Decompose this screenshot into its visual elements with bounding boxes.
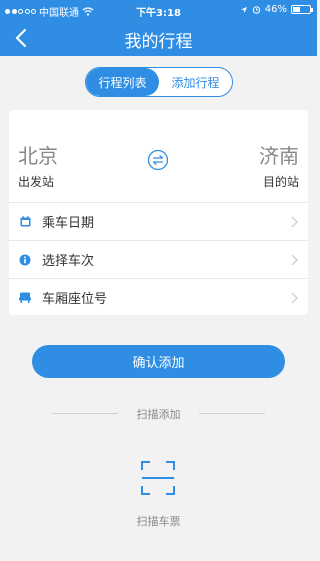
seat-row-label: 车厢座位号 — [42, 292, 108, 307]
tab-add-trip[interactable]: 添加行程 — [159, 68, 232, 96]
date-row-label: 乘车日期 — [42, 216, 95, 231]
status-right: 46% — [240, 4, 313, 15]
page-title: 我的行程 — [124, 32, 193, 52]
nav-bar: 我的行程 — [0, 20, 317, 56]
status-bar: 中国联通 下午3:18 46% — [0, 0, 317, 20]
to-city[interactable]: 济南 — [259, 140, 299, 169]
calendar-icon — [18, 215, 32, 229]
chevron-right-icon — [291, 216, 298, 227]
seat-row[interactable]: 车厢座位号 — [9, 278, 308, 316]
swap-icon[interactable] — [147, 149, 169, 171]
info-icon — [18, 253, 32, 267]
battery-fill — [293, 7, 301, 12]
to-label: 目的站 — [262, 175, 299, 189]
scan-ticket-label[interactable]: 扫描车票 — [0, 513, 317, 529]
scan-divider: 扫描添加 — [0, 406, 317, 421]
tab-trip-list[interactable]: 行程列表 — [86, 68, 159, 96]
date-row[interactable]: 乘车日期 — [9, 202, 308, 240]
scan-add-heading: 扫描添加 — [136, 408, 181, 421]
train-row-label: 选择车次 — [42, 254, 95, 269]
trip-form-card: 北京 出发站 济南 目的站 乘车日期 选择车次 车厢座位号 — [9, 110, 308, 315]
train-row[interactable]: 选择车次 — [9, 240, 308, 278]
from-label: 出发站 — [18, 175, 55, 189]
chevron-right-icon — [291, 254, 298, 265]
divider-line-right — [199, 413, 265, 414]
segmented-control: 行程列表 添加行程 — [85, 67, 233, 97]
seat-icon — [18, 291, 32, 305]
chevron-right-icon — [291, 292, 298, 303]
location-icon — [240, 6, 247, 13]
confirm-add-button[interactable]: 确认添加 — [32, 345, 285, 378]
battery-percent: 46% — [264, 4, 287, 15]
scan-icon[interactable] — [140, 460, 176, 496]
battery-icon — [291, 5, 313, 14]
alarm-icon — [252, 6, 260, 14]
from-city[interactable]: 北京 — [18, 140, 58, 169]
